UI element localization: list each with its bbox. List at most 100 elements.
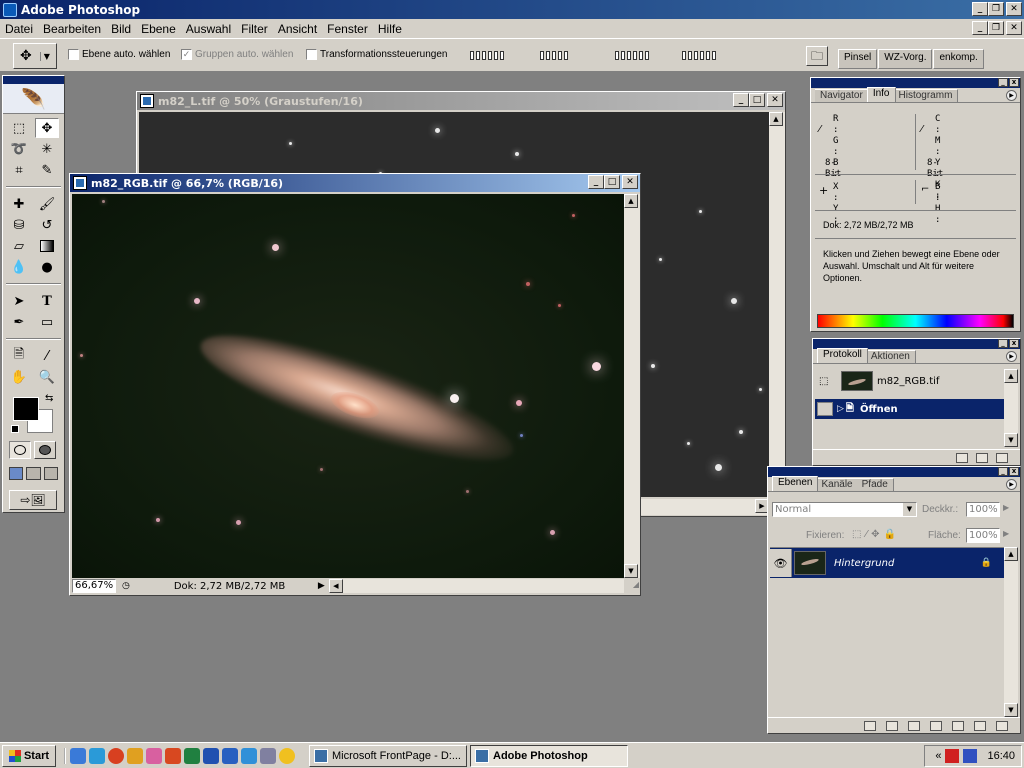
marquee-tool-icon[interactable]: ⬚ xyxy=(7,118,31,138)
menu-datei[interactable]: Datei xyxy=(0,22,38,36)
toolbox-title-bar[interactable] xyxy=(3,76,64,84)
transform-controls-checkbox[interactable] xyxy=(306,49,317,60)
word-icon[interactable] xyxy=(203,747,219,764)
zoom-tool-icon[interactable]: 🔍 xyxy=(35,367,59,387)
align-vertical-buttons[interactable] xyxy=(540,51,568,61)
link-layers-icon[interactable] xyxy=(864,720,876,731)
eyedropper-tool-icon[interactable]: ⁄ xyxy=(35,346,59,366)
blend-mode-select[interactable]: Normal ▼ xyxy=(772,502,917,517)
vertical-scrollbar[interactable]: ▲ ▼ xyxy=(624,194,640,578)
chrome-like-icon[interactable] xyxy=(279,747,295,764)
layer-row[interactable]: 👁 Hintergrund 🔒 xyxy=(770,548,1004,578)
palette-minimize-button[interactable]: _ xyxy=(998,78,1008,87)
browser-icon[interactable] xyxy=(89,747,105,764)
vertical-scrollbar[interactable]: ▲ ▼ xyxy=(1004,547,1018,717)
tab-paths[interactable]: Pfade xyxy=(856,478,894,491)
tab-actions[interactable]: Aktionen xyxy=(865,350,916,363)
layer-mask-icon[interactable] xyxy=(908,720,920,731)
slice-tool-icon[interactable]: ✎ xyxy=(35,160,59,180)
close-button[interactable]: ✕ xyxy=(767,93,783,107)
default-colors-icon[interactable] xyxy=(11,425,19,433)
layer-style-icon[interactable] xyxy=(886,720,898,731)
tab-histogram[interactable]: Histogramm xyxy=(893,89,959,102)
full-screen-mode-button[interactable] xyxy=(43,467,58,480)
opacity-slider-arrow-icon[interactable]: ▶ xyxy=(1003,503,1009,512)
move-tool-icon[interactable]: ✥ xyxy=(35,118,59,138)
full-screen-menu-mode-button[interactable] xyxy=(26,467,41,480)
auto-select-layer-option[interactable]: Ebene auto. wählen xyxy=(68,49,170,60)
media-icon[interactable] xyxy=(108,747,124,764)
rgb-image-canvas[interactable] xyxy=(72,194,624,578)
magic-wand-tool-icon[interactable]: ✳ xyxy=(35,139,59,159)
doc-restore-button[interactable]: ❐ xyxy=(988,21,1004,35)
scroll-up-button[interactable]: ▲ xyxy=(769,112,783,126)
standard-mode-button[interactable] xyxy=(9,441,31,459)
lock-transparency-icon[interactable]: ⬚ xyxy=(852,529,861,540)
palette-close-button[interactable]: x xyxy=(1009,467,1019,476)
minimize-button[interactable]: _ xyxy=(972,2,988,16)
lasso-tool-icon[interactable]: ➰ xyxy=(7,139,31,159)
tab-navigator[interactable]: Navigator xyxy=(815,89,869,102)
lock-all-icon[interactable]: 🔒 xyxy=(884,529,896,540)
brush-tool-icon[interactable]: 🖌 xyxy=(35,194,59,214)
new-document-from-state-icon[interactable] xyxy=(956,452,968,463)
align-buttons[interactable] xyxy=(470,51,504,61)
minimize-button[interactable]: _ xyxy=(733,93,749,107)
maximize-button[interactable]: □ xyxy=(749,93,765,107)
distribute-horizontal-buttons[interactable] xyxy=(682,51,716,61)
distribute-buttons[interactable] xyxy=(615,51,649,61)
tab-info[interactable]: Info xyxy=(866,87,896,102)
scroll-up-button[interactable]: ▲ xyxy=(624,194,638,208)
document-window-rgb[interactable]: m82_RGB.tif @ 66,7% (RGB/16) _ □ ✕ ▲ ▼ 6… xyxy=(69,173,641,596)
excel-icon[interactable] xyxy=(184,747,200,764)
path-selection-tool-icon[interactable]: ➤ xyxy=(7,291,31,311)
type-tool-icon[interactable]: T xyxy=(35,291,59,311)
outlook-express-icon[interactable] xyxy=(222,747,238,764)
history-brush-tool-icon[interactable]: ↺ xyxy=(35,215,59,235)
eye-icon[interactable]: 👁 xyxy=(770,549,792,577)
new-group-icon[interactable] xyxy=(952,720,964,731)
menu-ebene[interactable]: Ebene xyxy=(136,22,181,36)
swap-colors-icon[interactable]: ⇆ xyxy=(45,393,53,404)
vertical-scrollbar[interactable]: ▲ xyxy=(769,112,785,497)
tab-channels[interactable]: Kanäle xyxy=(816,478,859,491)
scroll-down-button[interactable]: ▼ xyxy=(624,564,638,578)
status-menu-icon[interactable]: ◷ xyxy=(122,581,130,591)
start-button[interactable]: Start xyxy=(2,744,56,767)
color-bar-swatches[interactable] xyxy=(817,314,1014,328)
auto-select-layer-checkbox[interactable] xyxy=(68,49,79,60)
document-title-bar[interactable]: m82_RGB.tif @ 66,7% (RGB/16) _ □ ✕ xyxy=(70,174,640,192)
opacity-field[interactable]: 100% xyxy=(966,502,1000,517)
powerpoint-icon[interactable] xyxy=(165,747,181,764)
scroll-up-button[interactable]: ▲ xyxy=(1004,547,1018,561)
crop-tool-icon[interactable]: ⌗ xyxy=(7,160,31,180)
menu-hilfe[interactable]: Hilfe xyxy=(373,22,407,36)
outlook-icon[interactable] xyxy=(127,747,143,764)
menu-filter[interactable]: Filter xyxy=(236,22,273,36)
task-frontpage[interactable]: Microsoft FrontPage - D:... xyxy=(309,744,467,767)
palette-well-tab-layer-comps[interactable]: enkomp. xyxy=(933,49,984,69)
adobe-feather-logo[interactable]: 🪶 xyxy=(3,84,64,114)
lock-position-icon[interactable]: ✥ xyxy=(871,529,879,540)
clone-stamp-tool-icon[interactable]: ⛁ xyxy=(7,215,31,235)
menu-ansicht[interactable]: Ansicht xyxy=(273,22,322,36)
document-title-bar[interactable]: m82_L.tif @ 50% (Graustufen/16) _ □ ✕ xyxy=(137,92,785,110)
network-tray-icon[interactable] xyxy=(963,749,978,763)
calculator-icon[interactable] xyxy=(260,747,276,764)
file-browser-button[interactable]: 🗀 xyxy=(806,46,828,66)
menu-bild[interactable]: Bild xyxy=(106,22,136,36)
transform-controls-option[interactable]: Transformationssteuerungen xyxy=(306,49,447,60)
palette-menu-icon[interactable]: ▶ xyxy=(1006,351,1017,362)
new-layer-icon[interactable] xyxy=(974,720,986,731)
lock-image-icon[interactable]: ⁄ xyxy=(865,529,867,540)
eraser-tool-icon[interactable]: ▱ xyxy=(7,236,31,256)
healing-brush-tool-icon[interactable]: ✚ xyxy=(7,194,31,214)
tool-preset-picker[interactable]: ✥ ▼ xyxy=(13,43,57,69)
menu-bearbeiten[interactable]: Bearbeiten xyxy=(38,22,106,36)
imageready-button[interactable]: ⇨🖼 xyxy=(9,490,57,510)
restore-button[interactable]: ❐ xyxy=(988,2,1004,16)
menu-auswahl[interactable]: Auswahl xyxy=(181,22,236,36)
fill-slider-arrow-icon[interactable]: ▶ xyxy=(1003,529,1009,538)
acrobat-tray-icon[interactable] xyxy=(945,749,960,763)
close-button[interactable]: ✕ xyxy=(622,175,638,189)
